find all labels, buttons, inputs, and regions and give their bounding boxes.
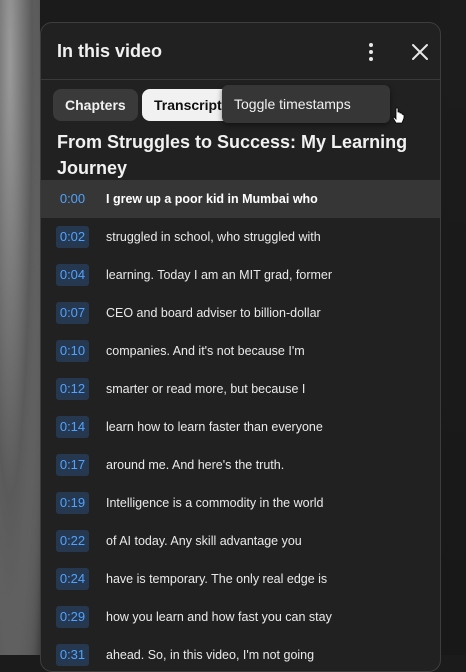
segment-text: struggled in school, who struggled with bbox=[106, 230, 321, 244]
in-this-video-panel: In this video Chapters Transcript Toggle… bbox=[40, 22, 441, 672]
segment-text: learn how to learn faster than everyone bbox=[106, 420, 323, 434]
transcript-segment[interactable]: 0:24 have is temporary. The only real ed… bbox=[41, 560, 440, 598]
timestamp[interactable]: 0:17 bbox=[56, 454, 89, 476]
more-options-button[interactable] bbox=[359, 39, 383, 65]
transcript-segment[interactable]: 0:22 of AI today. Any skill advantage yo… bbox=[41, 522, 440, 560]
timestamp[interactable]: 0:04 bbox=[56, 264, 89, 286]
more-vert-icon bbox=[369, 43, 373, 47]
transcript-segment[interactable]: 0:00 I grew up a poor kid in Mumbai who bbox=[41, 180, 440, 218]
segment-text: smarter or read more, but because I bbox=[106, 382, 306, 396]
transcript-segment[interactable]: 0:07 CEO and board adviser to billion-do… bbox=[41, 294, 440, 332]
segment-text: CEO and board adviser to billion-dollar bbox=[106, 306, 321, 320]
transcript-segment[interactable]: 0:29 how you learn and how fast you can … bbox=[41, 598, 440, 636]
segment-text: have is temporary. The only real edge is bbox=[106, 572, 328, 586]
mouse-cursor-icon bbox=[392, 107, 405, 124]
video-title: From Struggles to Success: My Learning J… bbox=[57, 132, 408, 178]
panel-title: In this video bbox=[57, 41, 163, 61]
toggle-timestamps-tooltip[interactable]: Toggle timestamps bbox=[222, 85, 390, 123]
timestamp[interactable]: 0:24 bbox=[56, 568, 89, 590]
segment-text: of AI today. Any skill advantage you bbox=[106, 534, 302, 548]
close-icon bbox=[412, 44, 428, 60]
transcript-segment[interactable]: 0:10 companies. And it's not because I'm bbox=[41, 332, 440, 370]
panel-header: In this video bbox=[41, 23, 440, 80]
timestamp[interactable]: 0:10 bbox=[56, 340, 89, 362]
close-button[interactable] bbox=[407, 39, 433, 65]
segment-text: Intelligence is a commodity in the world bbox=[106, 496, 324, 510]
transcript-segment[interactable]: 0:04 learning. Today I am an MIT grad, f… bbox=[41, 256, 440, 294]
timestamp[interactable]: 0:22 bbox=[56, 530, 89, 552]
transcript-segment[interactable]: 0:19 Intelligence is a commodity in the … bbox=[41, 484, 440, 522]
more-vert-icon-dot bbox=[369, 57, 373, 61]
segment-text: how you learn and how fast you can stay bbox=[106, 610, 332, 624]
segment-text: learning. Today I am an MIT grad, former bbox=[106, 268, 333, 282]
timestamp[interactable]: 0:29 bbox=[56, 606, 89, 628]
page-edge bbox=[440, 0, 466, 655]
segment-text: companies. And it's not because I'm bbox=[106, 344, 305, 358]
transcript-segment[interactable]: 0:12 smarter or read more, but because I bbox=[41, 370, 440, 408]
timestamp[interactable]: 0:14 bbox=[56, 416, 89, 438]
video-backdrop bbox=[0, 0, 40, 655]
segment-text: ahead. So, in this video, I'm not going bbox=[106, 648, 315, 662]
timestamp[interactable]: 0:02 bbox=[56, 226, 89, 248]
transcript-segment[interactable]: 0:14 learn how to learn faster than ever… bbox=[41, 408, 440, 446]
segment-text: I grew up a poor kid in Mumbai who bbox=[106, 192, 318, 206]
transcript-list: 0:00 I grew up a poor kid in Mumbai who … bbox=[41, 180, 440, 671]
timestamp[interactable]: 0:31 bbox=[56, 644, 89, 666]
transcript-segment[interactable]: 0:02 struggled in school, who struggled … bbox=[41, 218, 440, 256]
segment-text: around me. And here's the truth. bbox=[106, 458, 285, 472]
transcript-segment[interactable]: 0:31 ahead. So, in this video, I'm not g… bbox=[41, 636, 440, 671]
transcript-segment[interactable]: 0:17 around me. And here's the truth. bbox=[41, 446, 440, 484]
timestamp[interactable]: 0:12 bbox=[56, 378, 89, 400]
timestamp[interactable]: 0:00 bbox=[56, 188, 89, 210]
tab-chapters[interactable]: Chapters bbox=[53, 89, 138, 121]
more-vert-icon-dot bbox=[369, 50, 373, 54]
timestamp[interactable]: 0:07 bbox=[56, 302, 89, 324]
timestamp[interactable]: 0:19 bbox=[56, 492, 89, 514]
